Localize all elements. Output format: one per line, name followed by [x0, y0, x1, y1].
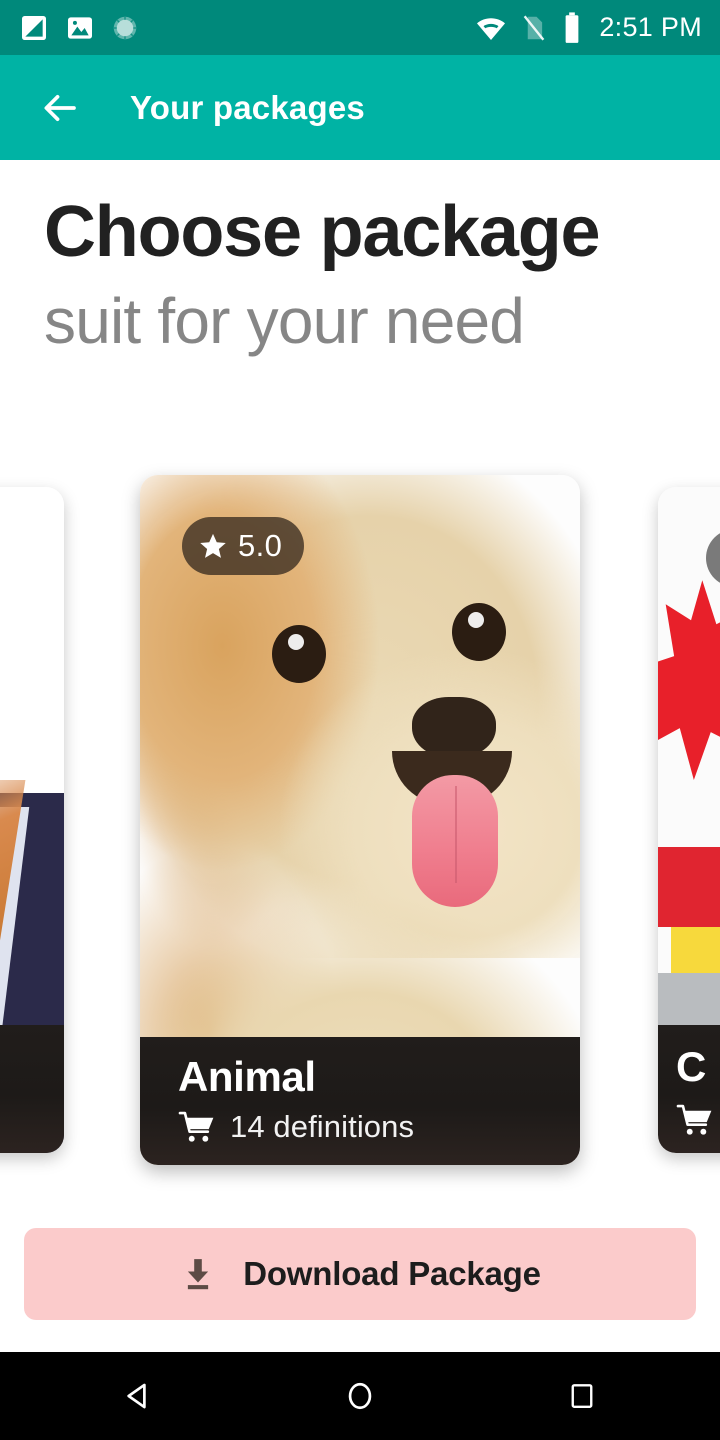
arrow-left-icon — [44, 94, 76, 121]
card-footer-country: C — [658, 1025, 720, 1153]
status-bar-left-icons — [18, 12, 140, 44]
wifi-icon — [477, 17, 506, 40]
card-footer-food — [0, 1025, 64, 1153]
star-icon — [200, 533, 226, 558]
package-card-country[interactable]: C — [658, 487, 720, 1153]
card-definitions-count: 14 definitions — [230, 1109, 415, 1145]
page-heading-group: Choose package suit for your need — [0, 190, 720, 360]
circle-home-icon — [348, 1382, 372, 1410]
square-recents-icon — [571, 1384, 593, 1408]
status-bar-clock: 2:51 PM — [599, 12, 702, 42]
screenshot-icon — [22, 15, 46, 40]
app-bar: Your packages — [0, 55, 720, 160]
package-card-animal[interactable]: 5.0 Animal 14 definitions — [140, 475, 580, 1165]
package-carousel[interactable]: 5.0 Animal 14 definitions C — [0, 475, 720, 1175]
card-footer-animal: Animal 14 definitions — [140, 1037, 580, 1165]
package-card-food[interactable] — [0, 487, 64, 1153]
back-nav-button[interactable] — [110, 1368, 166, 1424]
page-title: Choose package — [44, 192, 601, 272]
back-button[interactable] — [36, 84, 84, 132]
shopping-cart-icon — [178, 1111, 214, 1142]
app-bar-title: Your packages — [130, 88, 365, 126]
page-subtitle: suit for your need — [44, 284, 525, 357]
no-sim-icon — [524, 15, 545, 40]
rating-badge: 5.0 — [182, 517, 305, 575]
card-title-peek: C — [676, 1043, 707, 1090]
battery-icon — [565, 11, 579, 43]
rating-value: 5.0 — [238, 528, 283, 563]
card-title: Animal — [178, 1053, 316, 1100]
system-navigation-bar — [0, 1352, 720, 1440]
download-package-button[interactable]: Download Package — [24, 1228, 696, 1320]
status-bar: 2:51 PM — [0, 0, 720, 55]
triangle-back-icon — [127, 1383, 146, 1409]
image-icon — [68, 16, 92, 39]
recents-nav-button[interactable] — [554, 1368, 610, 1424]
download-package-label: Download Package — [243, 1255, 541, 1292]
sync-progress-icon — [113, 16, 137, 39]
app-screen: 2:51 PM Your packages Choose package sui… — [0, 0, 720, 1440]
card-meta: 14 definitions — [178, 1109, 580, 1145]
download-icon — [188, 1259, 209, 1290]
shopping-cart-icon — [676, 1104, 712, 1135]
status-bar-right-icons: 2:51 PM — [475, 11, 702, 45]
home-nav-button[interactable] — [332, 1368, 388, 1424]
